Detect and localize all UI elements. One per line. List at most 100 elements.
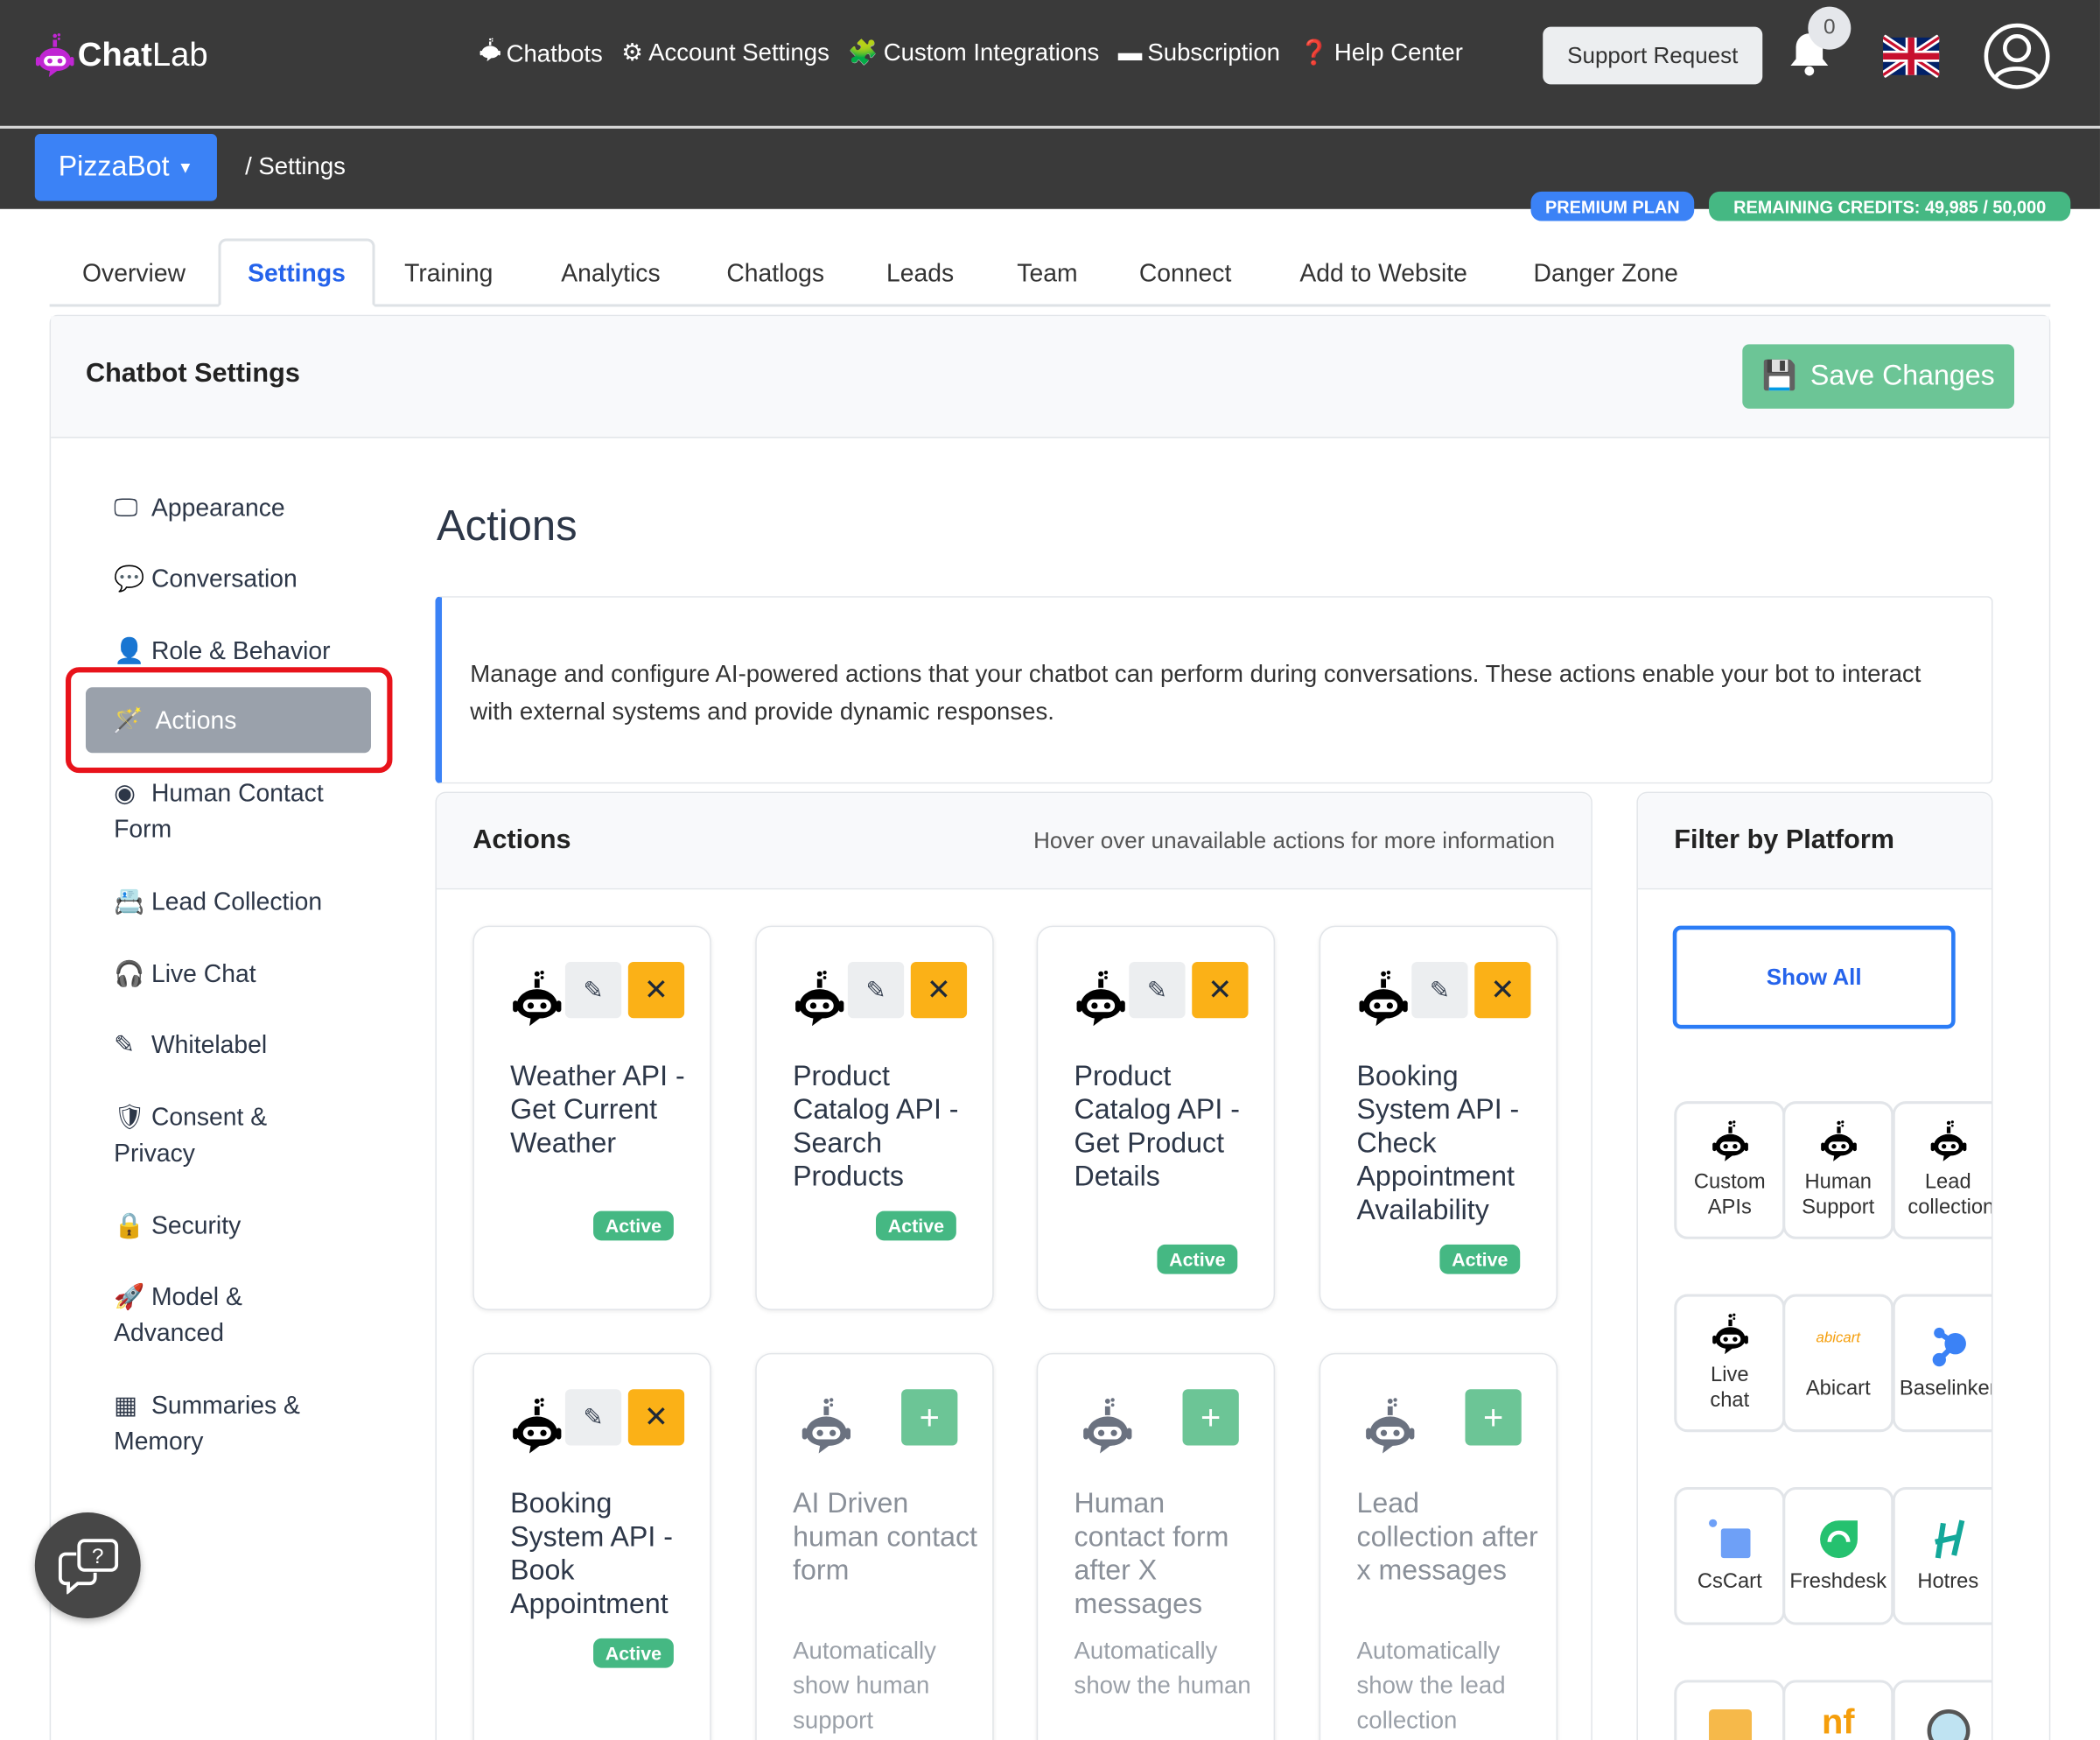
save-changes-button[interactable]: 💾Save Changes [1742, 344, 2014, 408]
help-chat-button[interactable]: ? [35, 1512, 141, 1618]
uk-flag-icon[interactable] [1883, 35, 1939, 78]
platform-hotres[interactable]: Hotres [1893, 1487, 1993, 1625]
robot-icon [512, 1397, 563, 1453]
platform-baselinker[interactable]: Baselinker [1893, 1294, 1993, 1433]
user-avatar-icon[interactable] [1982, 21, 2052, 91]
sidebar-item-model-advanced[interactable]: 🚀Model & Advanced [114, 1278, 315, 1351]
sidebar-item-summaries-memory[interactable]: ▦Summaries & Memory [114, 1386, 341, 1459]
action-card[interactable]: ✎ ✕ Weather API - Get Current Weather Ac… [472, 926, 710, 1310]
logo-text-light: Lab [152, 36, 208, 74]
main-nav: Chatbots ⚙Account Settings 🧩Custom Integ… [480, 38, 1463, 68]
remove-action-button[interactable]: ✕ [1474, 962, 1530, 1018]
tab-chatlogs[interactable]: Chatlogs [709, 238, 843, 306]
puzzle-icon: 🧩 [848, 39, 878, 66]
breadcrumb: / Settings [245, 152, 346, 180]
support-request-button[interactable]: Support Request [1543, 27, 1762, 85]
platform-prestashop[interactable] [1893, 1680, 1993, 1740]
platform-live-chat[interactable]: Live chat [1674, 1294, 1785, 1433]
action-title: Weather API - Get Current Weather [510, 1060, 697, 1161]
remove-action-button[interactable]: ✕ [1192, 962, 1248, 1018]
filter-title: Filter by Platform [1674, 825, 1894, 856]
actions-panel-header: ActionsHover over unavailable actions fo… [437, 793, 1591, 889]
sidebar-item-role-behavior[interactable]: 👤Role & Behavior [114, 632, 330, 668]
action-card-available[interactable]: + Lead collection after x messages Autom… [1320, 1353, 1558, 1740]
tab-training[interactable]: Training [387, 238, 510, 306]
actions-panel: ActionsHover over unavailable actions fo… [435, 792, 1592, 1740]
action-card[interactable]: ✎ ✕ Booking System API - Book Appointmen… [472, 1353, 710, 1740]
monitor-icon: 🖵 [114, 489, 144, 525]
sidebar-label: Role & Behavior [151, 636, 331, 664]
sidebar-item-lead-collection[interactable]: 📇Lead Collection [114, 883, 322, 919]
robot-icon [1819, 1120, 1857, 1161]
nav-label: Custom Integrations [884, 39, 1100, 66]
hotres-logo-icon [1929, 1518, 1967, 1561]
edit-action-button[interactable]: ✎ [1129, 962, 1185, 1018]
edit-action-button[interactable]: ✎ [1411, 962, 1467, 1018]
action-card-available[interactable]: + Human contact form after X messages Au… [1037, 1353, 1275, 1740]
edit-action-button[interactable]: ✎ [565, 1389, 621, 1445]
close-icon: ✕ [927, 972, 951, 1007]
tab-analytics[interactable]: Analytics [542, 238, 679, 306]
action-card[interactable]: ✎ ✕ Booking System API - Check Appointme… [1320, 926, 1558, 1310]
action-card-available[interactable]: + AI Driven human contact form Automatic… [755, 1353, 993, 1740]
tab-settings[interactable]: Settings [218, 238, 374, 306]
add-action-button[interactable]: + [1183, 1389, 1239, 1445]
tab-danger-zone[interactable]: Danger Zone [1517, 238, 1694, 306]
robot-icon [801, 1397, 851, 1453]
platform-cscart[interactable]: CsCart [1674, 1487, 1785, 1625]
chatbot-selector-dropdown[interactable]: PizzaBot▼ [35, 134, 217, 201]
platform-label: Custom APIs [1690, 1169, 1770, 1220]
lock-icon: 🔒 [114, 1207, 144, 1243]
sidebar-item-whitelabel[interactable]: ✎Whitelabel [114, 1026, 267, 1062]
nav-custom-integrations[interactable]: 🧩Custom Integrations [848, 39, 1099, 67]
platform-custom-apis[interactable]: Custom APIs [1674, 1101, 1785, 1239]
nav-subscription[interactable]: ▬Subscription [1118, 39, 1280, 67]
remove-action-button[interactable]: ✕ [628, 962, 684, 1018]
close-icon: ✕ [644, 972, 668, 1007]
add-action-button[interactable]: + [901, 1389, 957, 1445]
pencil-icon: ✎ [865, 976, 886, 1004]
sidebar-item-conversation[interactable]: 💬Conversation [114, 560, 298, 596]
platform-lead-collection[interactable]: Lead collection [1893, 1101, 1993, 1239]
save-label: Save Changes [1810, 361, 1995, 393]
action-card[interactable]: ✎ ✕ Product Catalog API - Search Product… [755, 926, 993, 1310]
nav-account-settings[interactable]: ⚙Account Settings [621, 39, 830, 67]
plus-icon: + [920, 1397, 940, 1438]
sidebar-label: Lead Collection [151, 887, 322, 915]
tab-add-to-website[interactable]: Add to Website [1282, 238, 1486, 306]
sidebar-item-live-chat[interactable]: 🎧Live Chat [114, 955, 256, 991]
sidebar-item-consent-privacy[interactable]: 🛡Consent & Privacy [114, 1098, 315, 1171]
platform-freshdesk[interactable]: Freshdesk [1782, 1487, 1894, 1625]
add-action-button[interactable]: + [1465, 1389, 1521, 1445]
tab-team[interactable]: Team [1000, 238, 1094, 306]
edit-action-button[interactable]: ✎ [565, 962, 621, 1018]
platform-tile[interactable]: nf [1782, 1680, 1894, 1740]
action-title: Product Catalog API - Search Products [793, 1060, 980, 1194]
plus-icon: + [1200, 1397, 1221, 1438]
platform-human-support[interactable]: Human Support [1782, 1101, 1894, 1239]
tab-leads[interactable]: Leads [872, 238, 968, 306]
edit-action-button[interactable]: ✎ [848, 962, 904, 1018]
show-all-button[interactable]: Show All [1673, 926, 1956, 1029]
platform-tile[interactable] [1674, 1680, 1785, 1740]
sidebar-item-appearance[interactable]: 🖵Appearance [114, 489, 285, 525]
sidebar-item-human-contact-form[interactable]: ◉Human Contact Form [114, 775, 355, 847]
notification-count-badge: 0 [1808, 7, 1851, 50]
remove-action-button[interactable]: ✕ [911, 962, 967, 1018]
prestashop-logo-icon [1927, 1709, 1970, 1740]
cscart-logo-icon [1707, 1518, 1753, 1561]
action-title: AI Driven human contact form [793, 1487, 980, 1588]
info-callout: Manage and configure AI-powered actions … [435, 596, 1992, 783]
page-title: Actions [437, 501, 578, 551]
tab-overview[interactable]: Overview [63, 238, 205, 306]
platform-abicart[interactable]: abicartAbicart [1782, 1294, 1894, 1433]
nav-chatbots[interactable]: Chatbots [480, 38, 603, 68]
nav-help-center[interactable]: ❓Help Center [1298, 39, 1462, 67]
chatlab-logo[interactable]: ChatLab [35, 32, 208, 78]
remove-action-button[interactable]: ✕ [628, 1389, 684, 1445]
robot-icon [1711, 1313, 1748, 1354]
action-card[interactable]: ✎ ✕ Product Catalog API - Get Product De… [1037, 926, 1275, 1310]
sidebar-item-security[interactable]: 🔒Security [114, 1207, 241, 1243]
status-badge: Active [593, 1211, 674, 1241]
tab-connect[interactable]: Connect [1125, 238, 1246, 306]
